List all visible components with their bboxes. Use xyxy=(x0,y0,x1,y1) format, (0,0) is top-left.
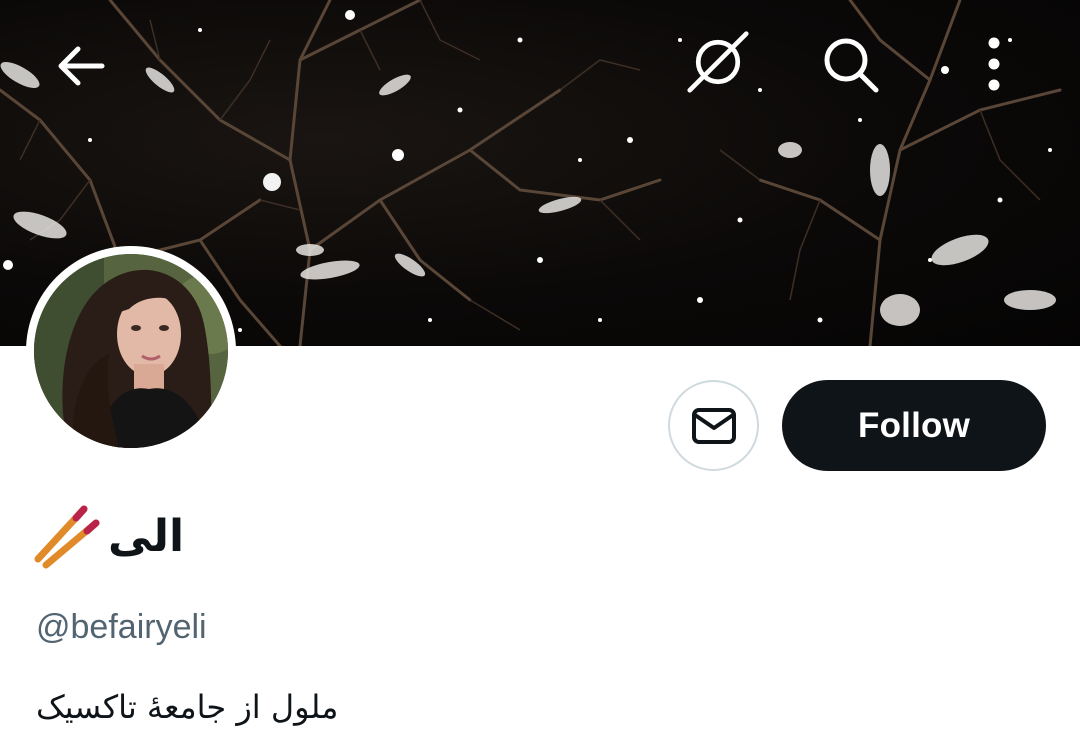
more-button[interactable] xyxy=(962,32,1026,96)
follow-button[interactable]: Follow xyxy=(782,380,1046,471)
envelope-icon xyxy=(691,407,736,444)
search-icon xyxy=(824,38,879,93)
display-name: الی xyxy=(108,510,185,562)
chopsticks-emoji xyxy=(34,505,100,569)
message-button[interactable] xyxy=(668,380,759,471)
grok-button[interactable] xyxy=(686,30,750,94)
grok-icon xyxy=(687,31,749,93)
profile-bio: ملول از جامعهٔ تاکسیک xyxy=(36,688,339,726)
more-vertical-icon xyxy=(988,37,1000,91)
user-handle: @befairyeli xyxy=(36,608,207,646)
avatar-image xyxy=(34,254,228,448)
search-button[interactable] xyxy=(818,32,882,96)
display-name-row: الی xyxy=(34,500,184,572)
avatar[interactable] xyxy=(26,246,236,456)
back-button[interactable] xyxy=(48,34,112,98)
arrow-left-icon xyxy=(58,46,105,86)
